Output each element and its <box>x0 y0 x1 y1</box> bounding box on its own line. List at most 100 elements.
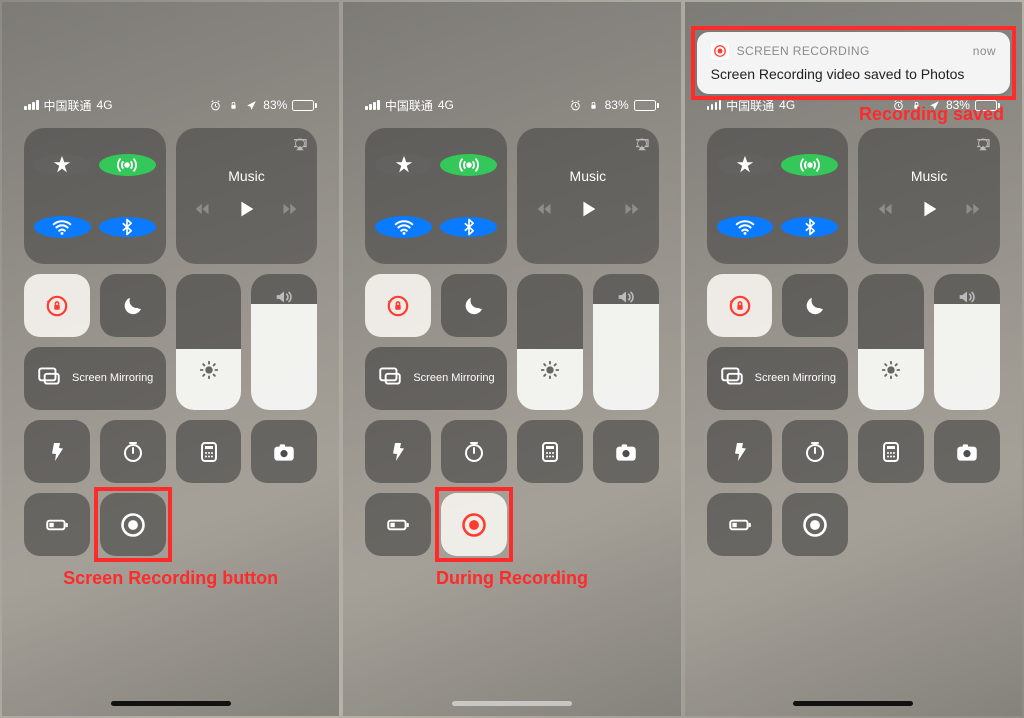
music-back-icon[interactable] <box>878 200 896 223</box>
wifi-toggle[interactable] <box>375 216 432 238</box>
music-fwd-icon[interactable] <box>279 200 297 223</box>
screenshot-after: 中国联通 4G 83% Music <box>685 2 1022 716</box>
volume-slider[interactable] <box>593 274 659 410</box>
wifi-toggle[interactable] <box>34 216 91 238</box>
screen-mirroring-label: Screen Mirroring <box>72 372 153 386</box>
bluetooth-toggle[interactable] <box>99 217 156 237</box>
do-not-disturb-toggle[interactable] <box>782 274 848 337</box>
camera-button[interactable] <box>251 420 317 483</box>
music-back-icon[interactable] <box>537 200 555 223</box>
music-title: Music <box>228 168 265 184</box>
connectivity-group[interactable] <box>24 128 166 264</box>
screen-mirroring-icon <box>36 363 62 394</box>
bluetooth-toggle[interactable] <box>440 217 497 237</box>
volume-slider[interactable] <box>251 274 317 410</box>
music-widget[interactable]: Music <box>176 128 318 264</box>
annotation-box <box>691 26 1016 100</box>
screen-mirroring-button[interactable]: Screen Mirroring <box>24 347 166 410</box>
airplay-icon[interactable] <box>974 136 992 159</box>
low-power-mode-button[interactable] <box>707 493 773 556</box>
airplane-mode-toggle[interactable] <box>375 154 432 176</box>
screen-mirroring-button[interactable]: Screen Mirroring <box>365 347 507 410</box>
status-bar: 中国联通 4G 83% <box>343 94 680 116</box>
flashlight-button[interactable] <box>24 420 90 483</box>
network-label: 4G <box>438 98 454 112</box>
music-title: Music <box>911 168 948 184</box>
music-widget[interactable]: Music <box>858 128 1000 264</box>
annotation-label: During Recording <box>436 568 588 589</box>
signal-bars-icon <box>24 100 39 110</box>
home-indicator[interactable] <box>452 701 572 706</box>
airplay-icon[interactable] <box>633 136 651 159</box>
battery-pct: 83% <box>263 98 287 112</box>
screen-recording-button[interactable] <box>782 493 848 556</box>
wifi-toggle[interactable] <box>717 216 774 238</box>
calculator-button[interactable] <box>517 420 583 483</box>
bluetooth-toggle[interactable] <box>781 217 838 237</box>
brightness-slider[interactable] <box>176 274 242 410</box>
volume-icon <box>615 286 637 313</box>
camera-button[interactable] <box>593 420 659 483</box>
brightness-slider[interactable] <box>858 274 924 410</box>
timer-button[interactable] <box>441 420 507 483</box>
cellular-data-toggle[interactable] <box>99 154 156 176</box>
airplay-icon[interactable] <box>291 136 309 159</box>
connectivity-group[interactable] <box>365 128 507 264</box>
airplane-mode-toggle[interactable] <box>34 154 91 176</box>
camera-button[interactable] <box>934 420 1000 483</box>
volume-icon <box>273 286 295 313</box>
carrier-label: 中国联通 <box>44 97 92 114</box>
music-fwd-icon[interactable] <box>621 200 639 223</box>
music-widget[interactable]: Music <box>517 128 659 264</box>
rotation-lock-toggle[interactable] <box>707 274 773 337</box>
airplane-mode-toggle[interactable] <box>717 154 774 176</box>
music-play-icon[interactable] <box>577 198 599 225</box>
connectivity-group[interactable] <box>707 128 849 264</box>
do-not-disturb-toggle[interactable] <box>441 274 507 337</box>
home-indicator[interactable] <box>111 701 231 706</box>
music-play-icon[interactable] <box>918 198 940 225</box>
carrier-label: 中国联通 <box>385 97 433 114</box>
screen-mirroring-label: Screen Mirroring <box>413 372 494 386</box>
rotation-lock-toggle[interactable] <box>24 274 90 337</box>
low-power-mode-button[interactable] <box>365 493 431 556</box>
network-label: 4G <box>779 98 795 112</box>
music-play-icon[interactable] <box>235 198 257 225</box>
screenshot-before: 中国联通 4G 83% Music <box>2 2 339 716</box>
screenshot-during: 中国联通 4G 83% Music <box>343 2 680 716</box>
music-back-icon[interactable] <box>195 200 213 223</box>
calculator-button[interactable] <box>176 420 242 483</box>
flashlight-button[interactable] <box>707 420 773 483</box>
timer-button[interactable] <box>100 420 166 483</box>
rotation-lock-toggle[interactable] <box>365 274 431 337</box>
annotation-label: Screen Recording button <box>63 568 278 589</box>
signal-bars-icon <box>365 100 380 110</box>
cellular-data-toggle[interactable] <box>781 154 838 176</box>
annotation-box <box>435 487 513 562</box>
cellular-data-toggle[interactable] <box>440 154 497 176</box>
status-bar: 中国联通 4G 83% <box>2 94 339 116</box>
home-indicator[interactable] <box>793 701 913 706</box>
volume-slider[interactable] <box>934 274 1000 410</box>
low-power-mode-button[interactable] <box>24 493 90 556</box>
screen-mirroring-icon <box>719 363 745 394</box>
control-center: Music Screen Mirroring <box>707 128 1000 556</box>
music-title: Music <box>570 168 607 184</box>
screen-mirroring-label: Screen Mirroring <box>755 372 836 386</box>
battery-pct: 83% <box>605 98 629 112</box>
calculator-button[interactable] <box>858 420 924 483</box>
screen-mirroring-icon <box>377 363 403 394</box>
flashlight-button[interactable] <box>365 420 431 483</box>
battery-icon <box>634 100 659 111</box>
network-label: 4G <box>97 98 113 112</box>
volume-icon <box>956 286 978 313</box>
music-fwd-icon[interactable] <box>962 200 980 223</box>
signal-bars-icon <box>707 100 722 110</box>
brightness-slider[interactable] <box>517 274 583 410</box>
timer-button[interactable] <box>782 420 848 483</box>
annotation-box <box>94 487 172 562</box>
annotation-label: Recording saved <box>859 104 1004 125</box>
do-not-disturb-toggle[interactable] <box>100 274 166 337</box>
screen-mirroring-button[interactable]: Screen Mirroring <box>707 347 849 410</box>
battery-icon <box>292 100 317 111</box>
